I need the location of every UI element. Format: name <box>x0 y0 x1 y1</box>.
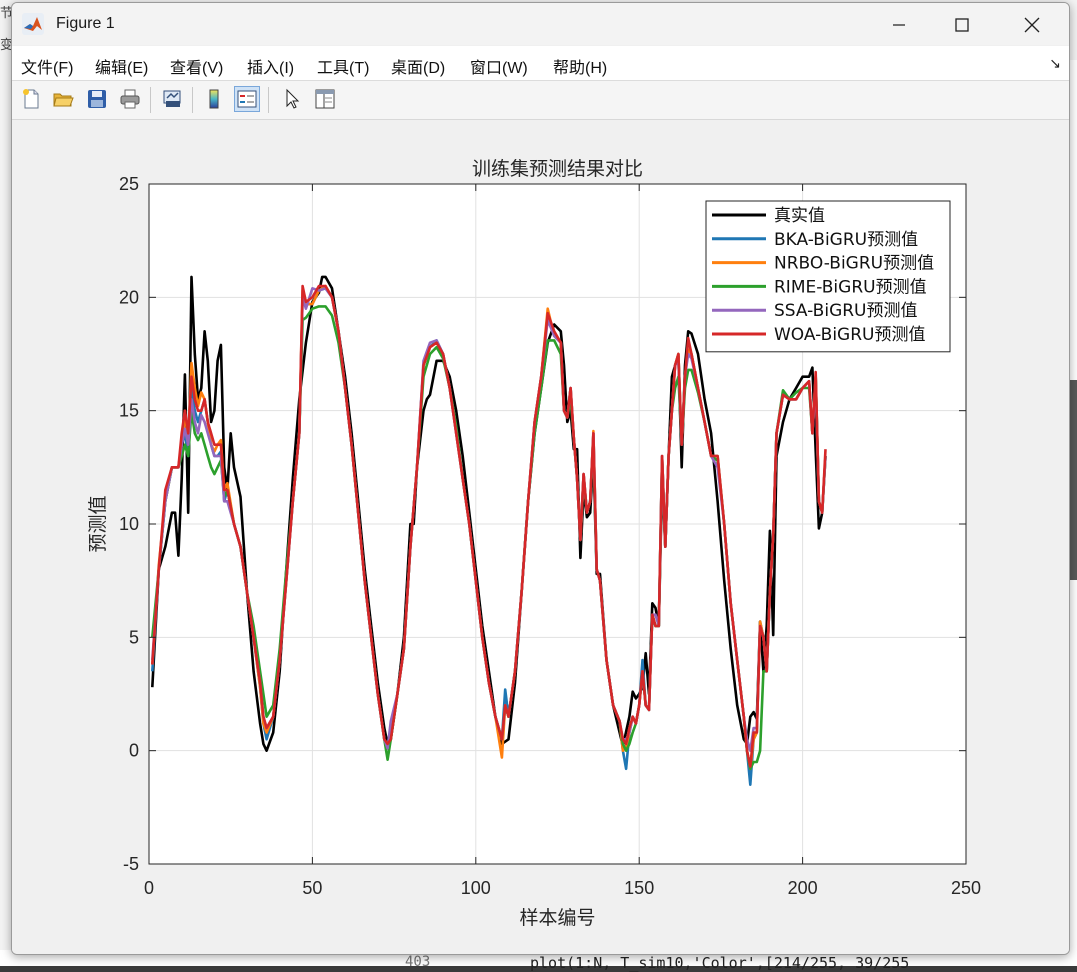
print-button[interactable] <box>117 86 143 112</box>
window-title: Figure 1 <box>56 15 115 32</box>
matlab-logo-icon <box>22 13 44 35</box>
save-icon <box>88 90 106 108</box>
maximize-button[interactable] <box>940 9 984 41</box>
legend-label: SSA-BiGRU预测值 <box>774 301 918 321</box>
close-button[interactable] <box>1010 9 1054 41</box>
menu-help[interactable]: 帮助(H) <box>553 54 607 78</box>
menu-bar: 文件(F) 编辑(E) 查看(V) 插入(I) 工具(T) 桌面(D) 窗口(W… <box>12 46 1069 81</box>
x-tick-label: 0 <box>144 878 154 898</box>
link-plot-icon <box>163 90 181 107</box>
x-tick-label: 100 <box>461 878 491 898</box>
figure-canvas: 0 50 100 150 200 250 -5 0 5 10 15 20 25 训练集预测结果对比 样本编号… <box>12 120 1069 954</box>
close-icon <box>1024 17 1040 33</box>
legend-label: RIME-BiGRU预测值 <box>774 277 927 297</box>
legend-label: WOA-BiGRU预测值 <box>774 325 926 345</box>
legend-label: 真实值 <box>774 206 825 226</box>
minimize-icon <box>893 24 905 26</box>
x-tick-label: 250 <box>951 878 981 898</box>
x-axis-label: 样本编号 <box>519 907 595 929</box>
background-code-line: plot(1:N, T_sim10,'Color',[214/255, 39/2… <box>530 954 910 972</box>
pointer-icon <box>286 88 300 109</box>
maximize-icon <box>955 18 969 32</box>
x-tick-label: 150 <box>624 878 654 898</box>
open-file-icon <box>53 93 74 107</box>
print-icon <box>120 89 140 109</box>
toolbar-separator <box>150 87 151 113</box>
property-inspector-button[interactable] <box>312 86 338 112</box>
toolbar-separator <box>268 87 269 113</box>
save-button[interactable] <box>84 86 110 112</box>
x-tick-label: 200 <box>788 878 818 898</box>
y-tick-label: -5 <box>123 854 139 874</box>
menu-file[interactable]: 文件(F) <box>21 54 73 78</box>
toolbar <box>12 81 1069 120</box>
open-file-button[interactable] <box>50 86 76 112</box>
menu-window[interactable]: 窗口(W) <box>470 54 528 78</box>
legend-icon <box>237 90 257 108</box>
y-tick-label: 25 <box>119 174 139 194</box>
figure-window: Figure 1 文件(F) 编辑(E) 查看(V) 插入(I) 工具(T) 桌… <box>11 2 1070 955</box>
menu-tools[interactable]: 工具(T) <box>317 54 369 78</box>
y-tick-label: 0 <box>129 741 139 761</box>
chart-title: 训练集预测结果对比 <box>472 158 643 180</box>
menu-desktop[interactable]: 桌面(D) <box>391 54 445 78</box>
pointer-button[interactable] <box>279 86 305 112</box>
menu-view[interactable]: 查看(V) <box>170 54 223 78</box>
dock-arrow-icon[interactable]: ↘ <box>1049 55 1061 72</box>
legend-label: NRBO-BiGRU预测值 <box>774 254 934 274</box>
y-tick-label: 20 <box>119 287 139 307</box>
y-tick-label: 10 <box>119 514 139 534</box>
title-bar[interactable]: Figure 1 <box>12 3 1069 45</box>
colorbar-button[interactable] <box>201 86 227 112</box>
menu-insert[interactable]: 插入(I) <box>247 54 294 78</box>
background-line-number: 403 <box>405 954 431 970</box>
menu-edit[interactable]: 编辑(E) <box>95 54 148 78</box>
new-figure-button[interactable] <box>18 86 44 112</box>
y-tick-label: 5 <box>129 627 139 647</box>
legend-button[interactable] <box>234 86 260 112</box>
colorbar-icon <box>209 89 219 109</box>
x-tick-label: 50 <box>302 878 322 898</box>
minimize-button[interactable] <box>877 9 921 41</box>
property-inspector-icon <box>315 89 335 109</box>
legend-label: BKA-BiGRU预测值 <box>774 230 918 250</box>
new-figure-icon <box>23 89 39 109</box>
y-tick-label: 15 <box>119 401 139 421</box>
link-plot-button[interactable] <box>159 86 185 112</box>
y-axis-label: 预测值 <box>87 495 109 552</box>
toolbar-separator <box>192 87 193 113</box>
line-chart: 0 50 100 150 200 250-50510152025训练集预测结果对比样本编号… <box>87 158 981 929</box>
